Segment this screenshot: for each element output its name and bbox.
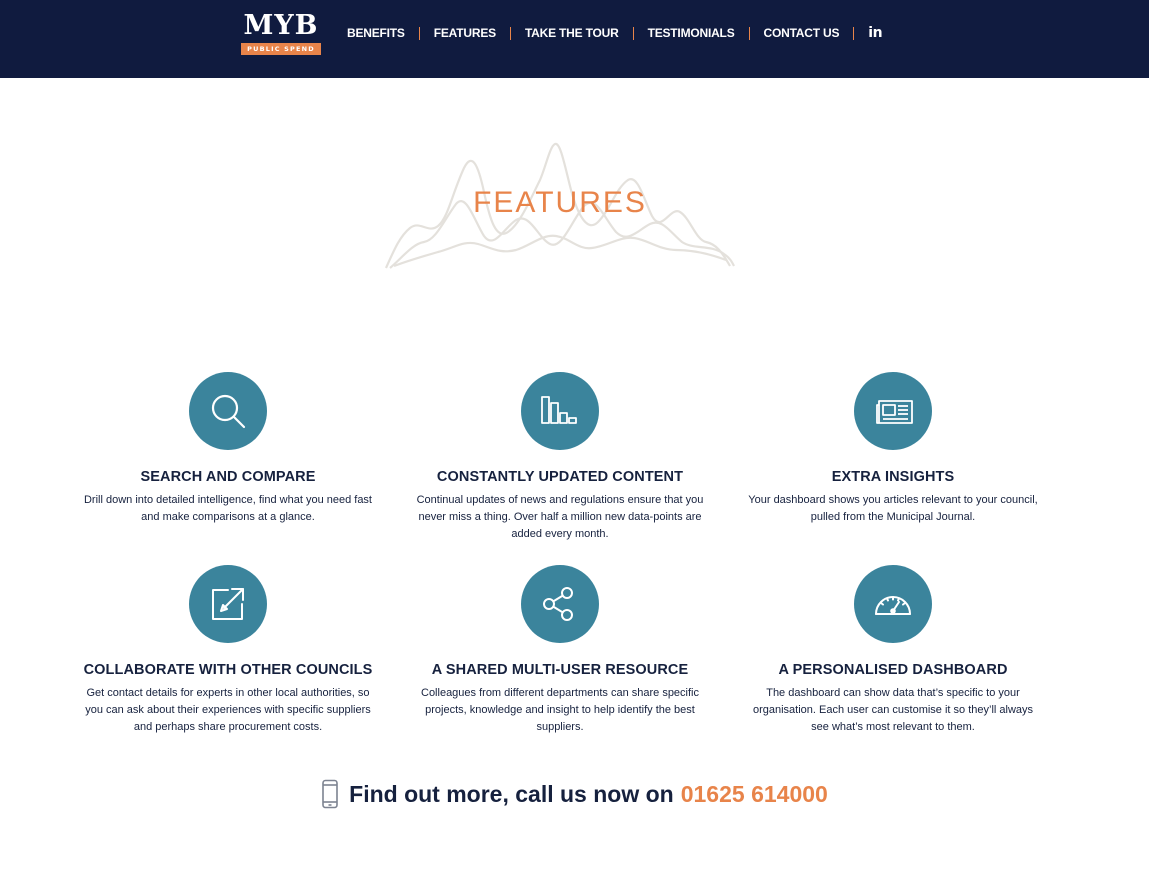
- feature-description: The dashboard can show data that’s speci…: [752, 687, 1034, 733]
- feature-icon-circle: [854, 565, 932, 643]
- myb-logo[interactable]: MYB PUBLIC SPEND: [240, 10, 322, 56]
- mobile-phone-icon: [322, 779, 338, 809]
- feature-title: CONSTANTLY UPDATED CONTENT: [436, 469, 684, 485]
- logo-tagline: PUBLIC SPEND: [241, 43, 321, 55]
- gauge-icon: [875, 596, 911, 615]
- feature-title: EXTRA INSIGHTS: [831, 469, 955, 485]
- nav-features[interactable]: FEATURES: [420, 22, 510, 44]
- call-to-action: Find out more, call us now on 01625 6140…: [0, 778, 1149, 812]
- bar-chart-icon: [541, 396, 577, 424]
- feature-description: Continual updates of news and regulation…: [416, 494, 704, 540]
- feature-title: A SHARED MULTI-USER RESOURCE: [431, 662, 689, 678]
- linkedin-icon[interactable]: in: [854, 22, 896, 44]
- main-nav: BENEFITS FEATURES TAKE THE TOUR TESTIMON…: [333, 22, 896, 44]
- section-title: FEATURES: [473, 186, 647, 219]
- feature-description: Your dashboard shows you articles releva…: [748, 494, 1038, 523]
- share-icon: [543, 587, 573, 621]
- search-icon: [211, 394, 246, 429]
- nav-testimonials[interactable]: TESTIMONIALS: [634, 22, 749, 44]
- cta-phone-number[interactable]: 01625 614000: [681, 778, 828, 810]
- feature-icon-circle: [521, 372, 599, 450]
- feature-icon-circle: [521, 565, 599, 643]
- top-navigation-bar: MYB PUBLIC SPEND BENEFITS FEATURES TAKE …: [0, 0, 1149, 78]
- nav-contact-us[interactable]: CONTACT US: [750, 22, 854, 44]
- feature-icon-circle: [189, 372, 267, 450]
- nav-take-the-tour[interactable]: TAKE THE TOUR: [511, 22, 633, 44]
- feature-description: Get contact details for experts in other…: [85, 687, 371, 733]
- feature-title: SEARCH AND COMPARE: [140, 469, 316, 485]
- feature-title: COLLABORATE WITH OTHER COUNCILS: [83, 662, 373, 678]
- logo-wordmark: MYB: [243, 10, 319, 41]
- feature-icon-circle: [854, 372, 932, 450]
- feature-description: Colleagues from different departments ca…: [421, 687, 699, 733]
- nav-benefits[interactable]: BENEFITS: [333, 22, 419, 44]
- features-heading: FEATURES: [380, 140, 740, 275]
- cta-text: Find out more, call us now on: [349, 781, 674, 807]
- feature-title: A PERSONALISED DASHBOARD: [778, 662, 1008, 678]
- newspaper-icon: [876, 400, 913, 424]
- edit-external-icon: [212, 588, 244, 620]
- feature-icon-circle: [189, 565, 267, 643]
- feature-description: Drill down into detailed intelligence, f…: [83, 494, 372, 523]
